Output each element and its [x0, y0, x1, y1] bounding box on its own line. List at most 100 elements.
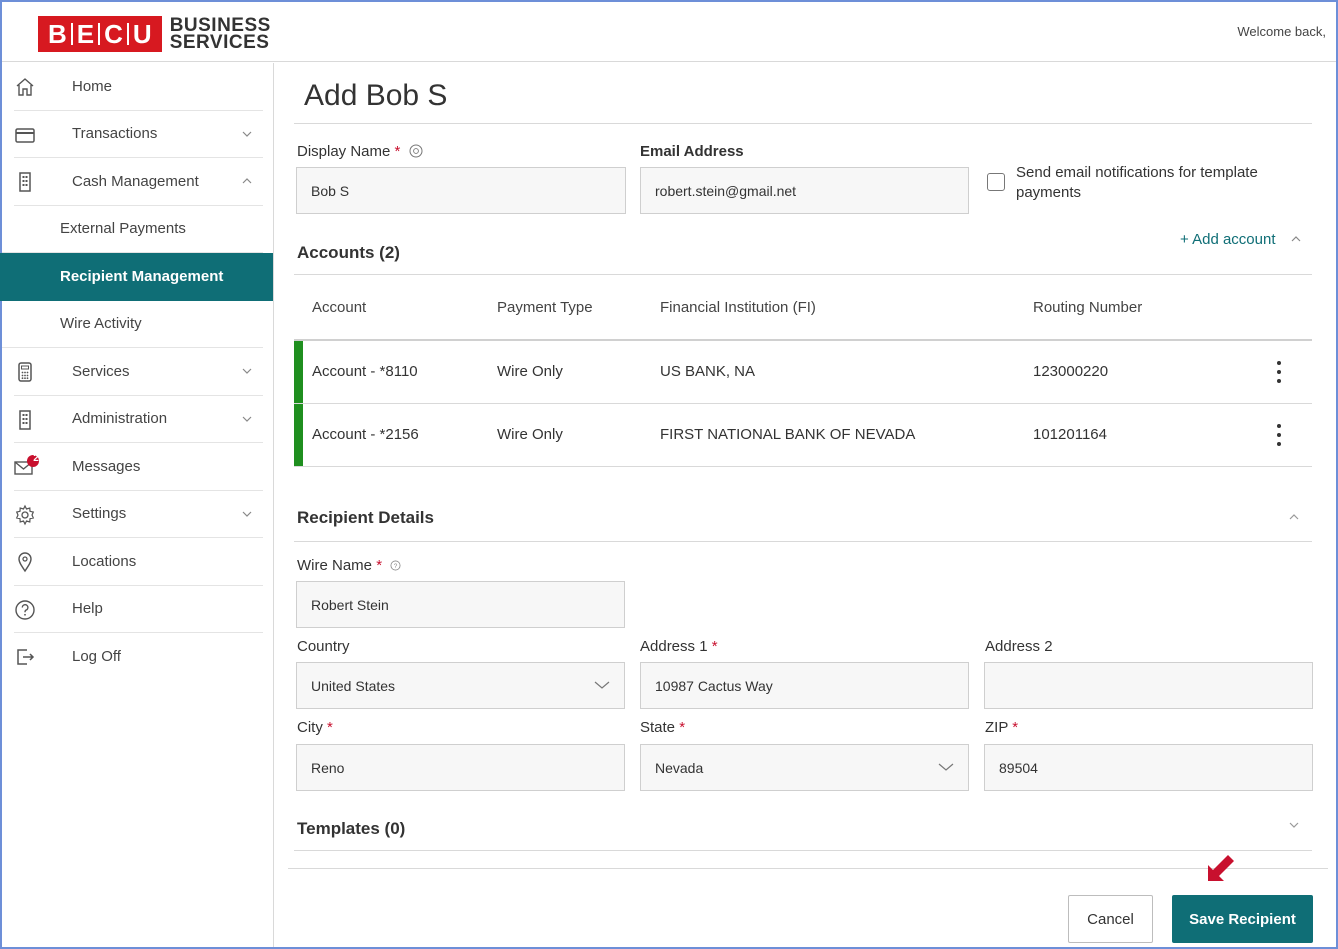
more-options-icon[interactable]: [1276, 422, 1282, 448]
table-row[interactable]: Account - *8110 Wire Only US BANK, NA 12…: [294, 341, 1312, 404]
email-notify-label: Send email notifications for template pa…: [1016, 163, 1258, 203]
column-header-account: Account: [312, 299, 367, 316]
save-recipient-button[interactable]: Save Recipient: [1172, 895, 1313, 943]
sidebar-item-label: Administration: [72, 410, 168, 428]
sidebar-item-label: Transactions: [72, 125, 158, 143]
logo-letter: E: [76, 19, 95, 49]
recipient-details-section-title: Recipient Details: [297, 508, 434, 527]
sidebar-item-home[interactable]: Home: [14, 63, 263, 111]
accounts-section-title: Accounts (2): [297, 243, 400, 262]
divider: [294, 123, 1312, 124]
payment-type-cell: Wire Only: [497, 426, 563, 443]
display-name-label: Display Name *: [297, 143, 423, 160]
sidebar-item-services[interactable]: Services: [14, 348, 263, 396]
calculator-icon: [18, 362, 32, 382]
svg-text:?: ?: [394, 563, 398, 570]
sidebar-item-settings[interactable]: Settings: [14, 491, 263, 538]
main-content: Add Bob S Display Name * Bob S Email Add…: [288, 63, 1328, 947]
address1-input[interactable]: 10987 Cactus Way: [640, 662, 969, 709]
help-icon: [15, 599, 35, 620]
sidebar-item-locations[interactable]: Locations: [14, 538, 263, 586]
zip-label: ZIP *: [985, 719, 1018, 736]
card-icon: [15, 127, 35, 143]
chevron-down-icon[interactable]: [1288, 819, 1300, 831]
sidebar-item-cash-management[interactable]: Cash Management: [14, 158, 263, 206]
welcome-text: Welcome back,: [1237, 24, 1326, 39]
email-label: Email Address: [640, 143, 744, 160]
divider: [294, 541, 1312, 542]
sidebar-item-messages[interactable]: 2 Messages: [14, 443, 263, 491]
required-marker: *: [376, 557, 383, 574]
address1-label: Address 1 *: [640, 638, 718, 655]
chevron-down-icon: [938, 763, 954, 771]
routing-cell: 101201164: [1033, 426, 1107, 443]
address2-label: Address 2: [985, 638, 1053, 655]
logo-wordmark: BUSINESS SERVICES: [170, 16, 271, 52]
sidebar-item-label: Home: [72, 77, 113, 95]
address2-input[interactable]: [984, 662, 1313, 709]
column-header-routing: Routing Number: [1033, 299, 1143, 316]
logo-letter: B: [48, 19, 67, 49]
sidebar-item-administration[interactable]: Administration: [14, 396, 263, 443]
required-marker: *: [679, 719, 686, 736]
required-marker: *: [1012, 719, 1019, 736]
cancel-button[interactable]: Cancel: [1068, 895, 1153, 943]
row-accent-bar: [294, 341, 303, 403]
location-pin-icon: [18, 552, 32, 573]
country-select[interactable]: United States: [296, 662, 625, 709]
wire-name-label-text: Wire Name: [297, 557, 373, 574]
sidebar-item-log-off[interactable]: Log Off: [14, 633, 263, 681]
chevron-down-icon: [242, 131, 252, 137]
becu-logo[interactable]: B E C U BUSINESS SERVICES: [38, 16, 271, 52]
sidebar-item-help[interactable]: Help: [14, 586, 263, 633]
email-input[interactable]: robert.stein@gmail.net: [640, 167, 969, 214]
column-header-fi: Financial Institution (FI): [660, 299, 816, 316]
column-header-payment-type: Payment Type: [497, 299, 593, 316]
building-icon: [19, 409, 31, 430]
required-marker: *: [394, 143, 401, 160]
city-input[interactable]: Reno: [296, 744, 625, 791]
sidebar-subitem-external-payments[interactable]: External Payments: [2, 206, 263, 253]
sidebar-subitem-recipient-management[interactable]: Recipient Management: [0, 253, 273, 301]
required-marker: *: [711, 638, 718, 655]
logo-letter: C: [104, 19, 123, 49]
state-select[interactable]: Nevada: [640, 744, 969, 791]
email-notify-checkbox[interactable]: [987, 173, 1005, 191]
fi-cell: FIRST NATIONAL BANK OF NEVADA: [660, 426, 916, 443]
email-notify-label-line1: Send email notifications for template: [1016, 164, 1258, 181]
table-row[interactable]: Account - *2156 Wire Only FIRST NATIONAL…: [294, 404, 1312, 467]
payment-type-cell: Wire Only: [497, 363, 563, 380]
zip-label-text: ZIP: [985, 719, 1009, 736]
building-icon: [19, 172, 31, 192]
city-label: City *: [297, 719, 333, 736]
logo-letter: U: [132, 19, 152, 49]
account-cell: Account - *8110: [312, 363, 418, 380]
sidebar: Home Transactions Cash Management Extern…: [0, 63, 274, 947]
chevron-up-icon[interactable]: [1290, 233, 1302, 245]
templates-section-title: Templates (0): [297, 819, 406, 838]
row-accent-bar: [294, 404, 303, 466]
country-label: Country: [297, 638, 350, 655]
info-icon[interactable]: [409, 144, 423, 158]
sidebar-item-label: Help: [72, 600, 103, 618]
chevron-down-icon: [242, 416, 252, 422]
sidebar-subitem-wire-activity[interactable]: Wire Activity: [2, 301, 263, 348]
chevron-up-icon[interactable]: [1288, 511, 1300, 523]
sidebar-item-label: Services: [72, 362, 130, 380]
state-label: State *: [640, 719, 685, 736]
sidebar-item-transactions[interactable]: Transactions: [14, 111, 263, 158]
add-account-link[interactable]: + Add account: [1180, 231, 1302, 248]
display-name-input[interactable]: Bob S: [296, 167, 626, 214]
address1-label-text: Address 1: [640, 638, 708, 655]
zip-input[interactable]: 89504: [984, 744, 1313, 791]
account-cell: Account - *2156: [312, 426, 419, 443]
display-name-label-text: Display Name: [297, 143, 391, 160]
more-options-icon[interactable]: [1276, 359, 1282, 385]
state-label-text: State: [640, 719, 676, 736]
sidebar-item-label: Settings: [72, 505, 127, 523]
help-icon[interactable]: ?: [390, 560, 401, 571]
wire-name-input[interactable]: Robert Stein: [296, 581, 625, 628]
divider: [294, 850, 1312, 851]
state-select-value: Nevada: [655, 759, 704, 776]
routing-cell: 123000220: [1033, 363, 1109, 380]
